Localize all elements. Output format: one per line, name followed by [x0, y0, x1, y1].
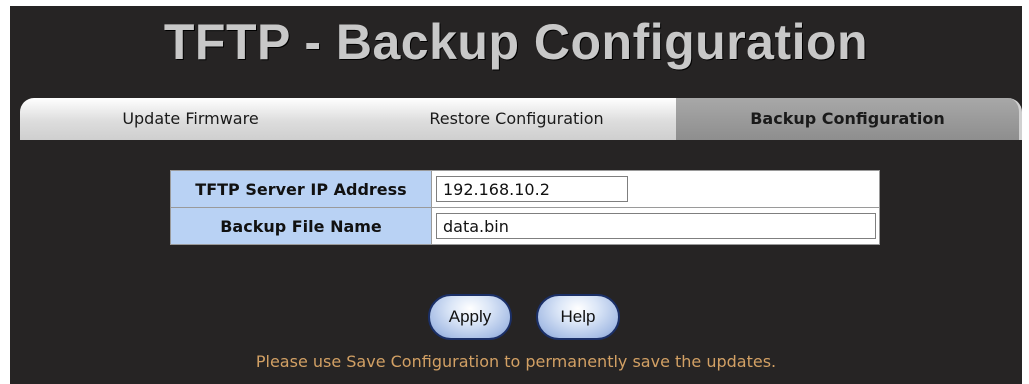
- form-row-file-name: Backup File Name: [170, 207, 880, 245]
- main-frame: TFTP - Backup Configuration Update Firmw…: [10, 6, 1022, 384]
- save-notice: Please use Save Configuration to permane…: [255, 352, 777, 371]
- file-name-cell: [431, 207, 880, 245]
- help-button[interactable]: Help: [536, 294, 620, 340]
- tab-backup-configuration[interactable]: Backup Configuration: [676, 98, 1022, 140]
- server-ip-cell: [431, 170, 880, 208]
- tab-restore-configuration[interactable]: Restore Configuration: [346, 98, 690, 140]
- page-title: TFTP - Backup Configuration: [163, 14, 869, 70]
- file-name-input[interactable]: [436, 213, 876, 239]
- server-ip-input[interactable]: [436, 176, 628, 202]
- tab-update-firmware[interactable]: Update Firmware: [20, 98, 364, 140]
- apply-button[interactable]: Apply: [428, 294, 512, 340]
- tab-bar: Update Firmware Restore Configuration Ba…: [10, 98, 1022, 140]
- file-name-label: Backup File Name: [170, 207, 432, 245]
- form-row-server-ip: TFTP Server IP Address: [170, 170, 880, 208]
- server-ip-label: TFTP Server IP Address: [170, 170, 432, 208]
- backup-form-table: TFTP Server IP Address Backup File Name: [170, 170, 880, 245]
